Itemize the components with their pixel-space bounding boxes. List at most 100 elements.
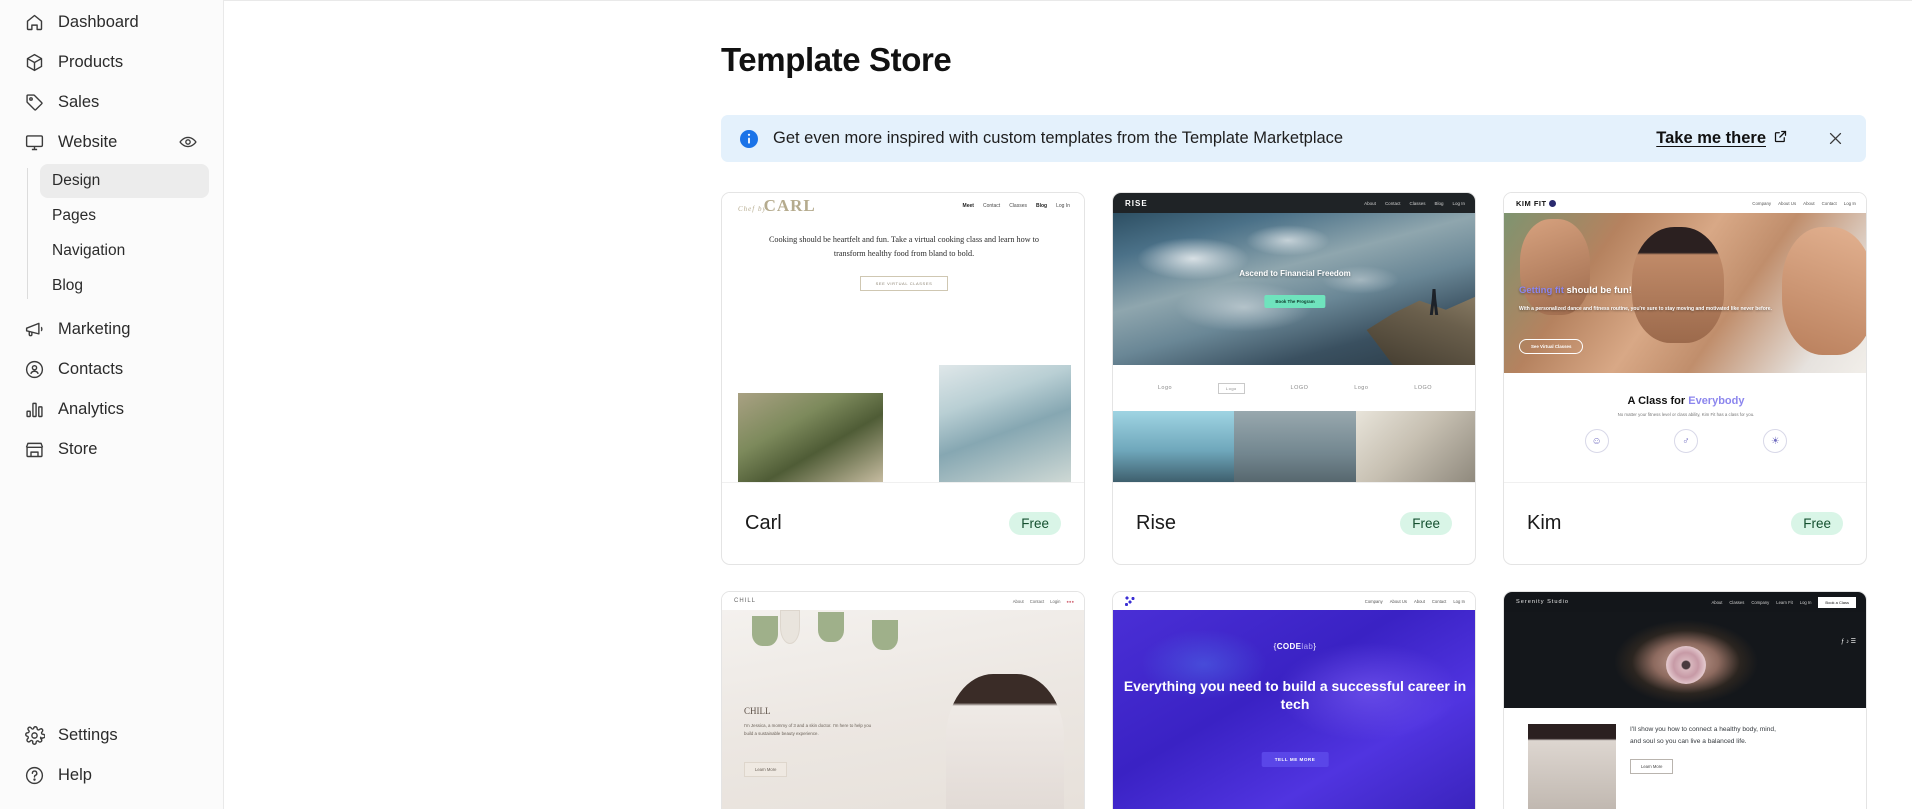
carl-cta: SEE VIRTUAL CLASSES — [860, 275, 948, 291]
help-circle-icon — [24, 765, 45, 786]
kim-headline: Getting fit should be fun! — [1519, 285, 1632, 296]
template-name: Rise — [1136, 512, 1177, 535]
kim-logo: KIM FIT — [1516, 199, 1556, 208]
rise-strip-1 — [1113, 411, 1235, 483]
kim-section-title: A Class for Everybody — [1627, 395, 1745, 407]
kim-cta: See Virtual Classes — [1519, 339, 1584, 354]
template-preview: Serenity Studio About Classes Company Le… — [1504, 592, 1866, 809]
kim-dance-icon: ☺ — [1584, 429, 1609, 453]
sidebar-item-label: Contacts — [58, 359, 124, 378]
close-icon[interactable] — [1824, 128, 1846, 150]
sidebar-item-contacts[interactable]: Contacts — [8, 349, 215, 389]
chill-subhead: I'm Jessica, a mommy of 3 and a skin doc… — [744, 723, 872, 736]
serenity-menu: About Classes Company Learn Fit Log In B… — [1711, 596, 1856, 608]
sidebar-item-website[interactable]: Website — [8, 122, 215, 162]
template-card-footer: Kim Free — [1504, 482, 1866, 564]
take-me-there-link[interactable]: Take me there — [1656, 129, 1788, 149]
sidebar-item-label: Analytics — [58, 399, 125, 418]
template-card-footer: Rise Free — [1113, 482, 1475, 564]
codelab-brand: {CODElab} — [1273, 642, 1317, 651]
codelab-menu: Company About Us About Contact Log In — [1364, 598, 1465, 604]
serenity-book-button: Book a Class — [1818, 596, 1856, 608]
page-title: Template Store — [721, 41, 952, 78]
chill-plant-3 — [872, 620, 898, 650]
serenity-rose — [1666, 646, 1706, 684]
codelab-headline: Everything you need to build a successfu… — [1123, 678, 1467, 712]
carl-photo-chef — [939, 365, 1071, 483]
codelab-logo-icon — [1125, 596, 1135, 606]
template-card-kim[interactable]: KIM FIT Company About Us About Contact L… — [1503, 192, 1867, 565]
template-preview: KIM FIT Company About Us About Contact L… — [1504, 193, 1866, 483]
rise-strip-2 — [1234, 411, 1356, 483]
codelab-hero: {CODElab} Everything you need to build a… — [1113, 610, 1475, 809]
kim-hand-right — [1782, 227, 1866, 355]
info-icon — [739, 129, 759, 149]
template-card-codelab[interactable]: Company About Us About Contact Log In {C… — [1112, 591, 1476, 809]
rise-logo: RISE — [1125, 198, 1148, 208]
kim-stretch-icon: ♂ — [1673, 429, 1698, 453]
sidebar-item-pages[interactable]: Pages — [40, 199, 209, 233]
main-content: Template Store Get even more inspired wi… — [224, 0, 1912, 809]
template-card-rise[interactable]: RISE About Contact Classes Blog Log In A… — [1112, 192, 1476, 565]
rise-hero: Ascend to Financial Freedom Book The Pro… — [1113, 213, 1475, 365]
chill-headline: CHILL — [744, 706, 771, 716]
sidebar-item-dashboard[interactable]: Dashboard — [8, 2, 215, 42]
chill-cta: Learn More — [744, 762, 788, 777]
sidebar-item-blog[interactable]: Blog — [40, 269, 209, 303]
serenity-hero: ƒ ♪ ☰ — [1504, 612, 1866, 708]
template-grid: Chef byCARL Meet Contact Classes Blog Lo… — [721, 192, 1867, 809]
kim-logo-dot — [1548, 199, 1556, 207]
sidebar-item-navigation[interactable]: Navigation — [40, 234, 209, 268]
home-icon — [24, 12, 45, 33]
sidebar-item-products[interactable]: Products — [8, 42, 215, 82]
kim-hero: Getting fit should be fun! With a person… — [1504, 213, 1866, 373]
serenity-photo — [1528, 724, 1616, 809]
marketplace-banner: Get even more inspired with custom templ… — [721, 115, 1866, 162]
sidebar-item-settings[interactable]: Settings — [8, 715, 215, 755]
kim-yoga-icon: ☀ — [1763, 429, 1788, 453]
sidebar-item-help[interactable]: Help — [8, 755, 215, 795]
chill-logo: CHILL — [734, 598, 757, 604]
sidebar-item-label: Marketing — [58, 319, 131, 338]
sidebar-item-label: Website — [58, 132, 118, 151]
sidebar-item-label: Settings — [58, 725, 118, 744]
template-preview: Chef byCARL Meet Contact Classes Blog Lo… — [722, 193, 1084, 483]
sub-item-label: Blog — [52, 277, 84, 294]
template-card-chill[interactable]: CHILL About Contact Login ●●● CHILL I'm … — [721, 591, 1085, 809]
sidebar-item-design[interactable]: Design — [40, 164, 209, 198]
carl-headline: Cooking should be heartfelt and fun. Tak… — [768, 235, 1040, 259]
template-card-carl[interactable]: Chef byCARL Meet Contact Classes Blog Lo… — [721, 192, 1085, 565]
carl-photo-salad — [738, 393, 883, 483]
take-me-there-label: Take me there — [1656, 129, 1766, 147]
sidebar-bottom: Settings Help — [0, 715, 223, 795]
status-badge: Free — [1791, 512, 1843, 536]
chill-menu: About Contact Login ●●● — [1012, 598, 1074, 604]
eye-icon[interactable] — [177, 131, 199, 153]
sidebar-item-analytics[interactable]: Analytics — [8, 389, 215, 429]
kim-face — [1632, 227, 1724, 343]
sidebar-item-store[interactable]: Store — [8, 429, 215, 469]
megaphone-icon — [24, 319, 45, 340]
sidebar-item-label: Help — [58, 765, 92, 784]
sidebar-item-sales[interactable]: Sales — [8, 82, 215, 122]
chill-social-icons: ●●● — [1066, 598, 1074, 604]
serenity-body-text: I'll show you how to connect a healthy b… — [1630, 726, 1776, 745]
sidebar-item-marketing[interactable]: Marketing — [8, 309, 215, 349]
rise-headline: Ascend to Financial Freedom — [1239, 269, 1351, 278]
template-name: Kim — [1527, 512, 1562, 535]
codelab-cta: TELL ME MORE — [1261, 752, 1329, 767]
template-preview: CHILL About Contact Login ●●● CHILL I'm … — [722, 592, 1084, 809]
serenity-social-icons: ƒ ♪ ☰ — [1840, 639, 1856, 645]
kim-hand-left — [1520, 219, 1590, 315]
sub-item-label: Navigation — [52, 242, 126, 259]
app-root: Dashboard Products Sales Website Design … — [0, 0, 1912, 809]
template-card-serenity[interactable]: Serenity Studio About Classes Company Le… — [1503, 591, 1867, 809]
rise-strip-3 — [1355, 411, 1475, 483]
template-card-footer: Carl Free — [722, 482, 1084, 564]
sub-item-label: Pages — [52, 207, 96, 224]
tag-icon — [24, 92, 45, 113]
banner-text: Get even more inspired with custom templ… — [773, 129, 1344, 147]
sidebar-item-label: Store — [58, 439, 98, 458]
serenity-logo: Serenity Studio — [1516, 599, 1569, 605]
monitor-icon — [24, 132, 45, 153]
